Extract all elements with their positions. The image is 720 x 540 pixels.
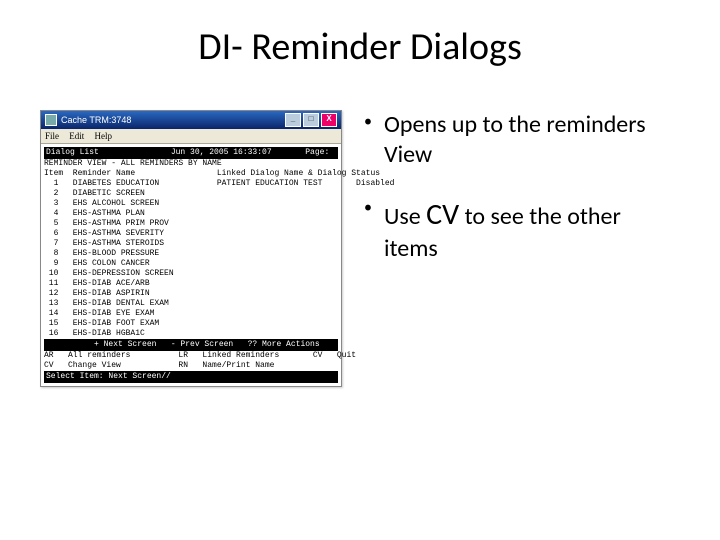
embedded-screenshot: Cache TRM:3748 _ □ X File Edit Help Dial… xyxy=(40,110,342,387)
term-header-line: Dialog List Jun 30, 2005 16:33:07 Page: … xyxy=(44,147,338,159)
menu-help[interactable]: Help xyxy=(95,131,113,141)
close-button[interactable]: X xyxy=(321,113,337,127)
bullet-2-pre: Use xyxy=(384,202,426,231)
term-row: 9 EHS COLON CANCER xyxy=(44,259,338,269)
term-row: 4 EHS-ASTHMA PLAN xyxy=(44,209,338,219)
menu-file[interactable]: File xyxy=(45,131,59,141)
term-row: 7 EHS-ASTHMA STEROIDS xyxy=(44,239,338,249)
term-row: 1 DIABETES EDUCATION PATIENT EDUCATION T… xyxy=(44,179,338,189)
term-columns: Item Reminder Name Linked Dialog Name & … xyxy=(44,169,338,179)
minimize-button[interactable]: _ xyxy=(285,113,301,127)
term-footer-actions: + Next Screen - Prev Screen ?? More Acti… xyxy=(44,339,338,351)
term-prompt[interactable]: Select Item: Next Screen// xyxy=(44,371,338,383)
term-footer-line3: CV Change View RN Name/Print Name xyxy=(44,361,338,371)
term-row: 2 DIABETIC SCREEN xyxy=(44,189,338,199)
menu-edit[interactable]: Edit xyxy=(69,131,84,141)
bullet-2-code: CV xyxy=(426,196,459,233)
term-row: 6 EHS-ASTHMA SEVERITY xyxy=(44,229,338,239)
term-footer-line2: AR All reminders LR Linked Reminders CV … xyxy=(44,351,338,361)
term-row: 15 EHS-DIAB FOOT EXAM xyxy=(44,319,338,329)
bullet-1: Opens up to the reminders View xyxy=(360,110,680,170)
term-row: 8 EHS-BLOOD PRESSURE xyxy=(44,249,338,259)
term-subheader: REMINDER VIEW - ALL REMINDERS BY NAME xyxy=(44,159,338,169)
terminal-area: Dialog List Jun 30, 2005 16:33:07 Page: … xyxy=(41,144,341,386)
slide-title: DI- Reminder Dialogs xyxy=(40,24,680,70)
bullet-2: Use CV to see the other items xyxy=(360,196,680,264)
term-row: 3 EHS ALCOHOL SCREEN xyxy=(44,199,338,209)
term-row: 10 EHS-DEPRESSION SCREEN xyxy=(44,269,338,279)
term-row: 5 EHS-ASTHMA PRIM PROV xyxy=(44,219,338,229)
app-icon xyxy=(45,114,57,126)
term-row: 16 EHS-DIAB HGBA1C xyxy=(44,329,338,339)
maximize-button[interactable]: □ xyxy=(303,113,319,127)
window-caption: Cache TRM:3748 xyxy=(61,115,131,125)
term-row: 13 EHS-DIAB DENTAL EXAM xyxy=(44,299,338,309)
window-titlebar: Cache TRM:3748 _ □ X xyxy=(41,111,341,129)
term-row: 14 EHS-DIAB EYE EXAM xyxy=(44,309,338,319)
term-row: 11 EHS-DIAB ACE/ARB xyxy=(44,279,338,289)
term-row: 12 EHS-DIAB ASPIRIN xyxy=(44,289,338,299)
menubar[interactable]: File Edit Help xyxy=(41,129,341,144)
